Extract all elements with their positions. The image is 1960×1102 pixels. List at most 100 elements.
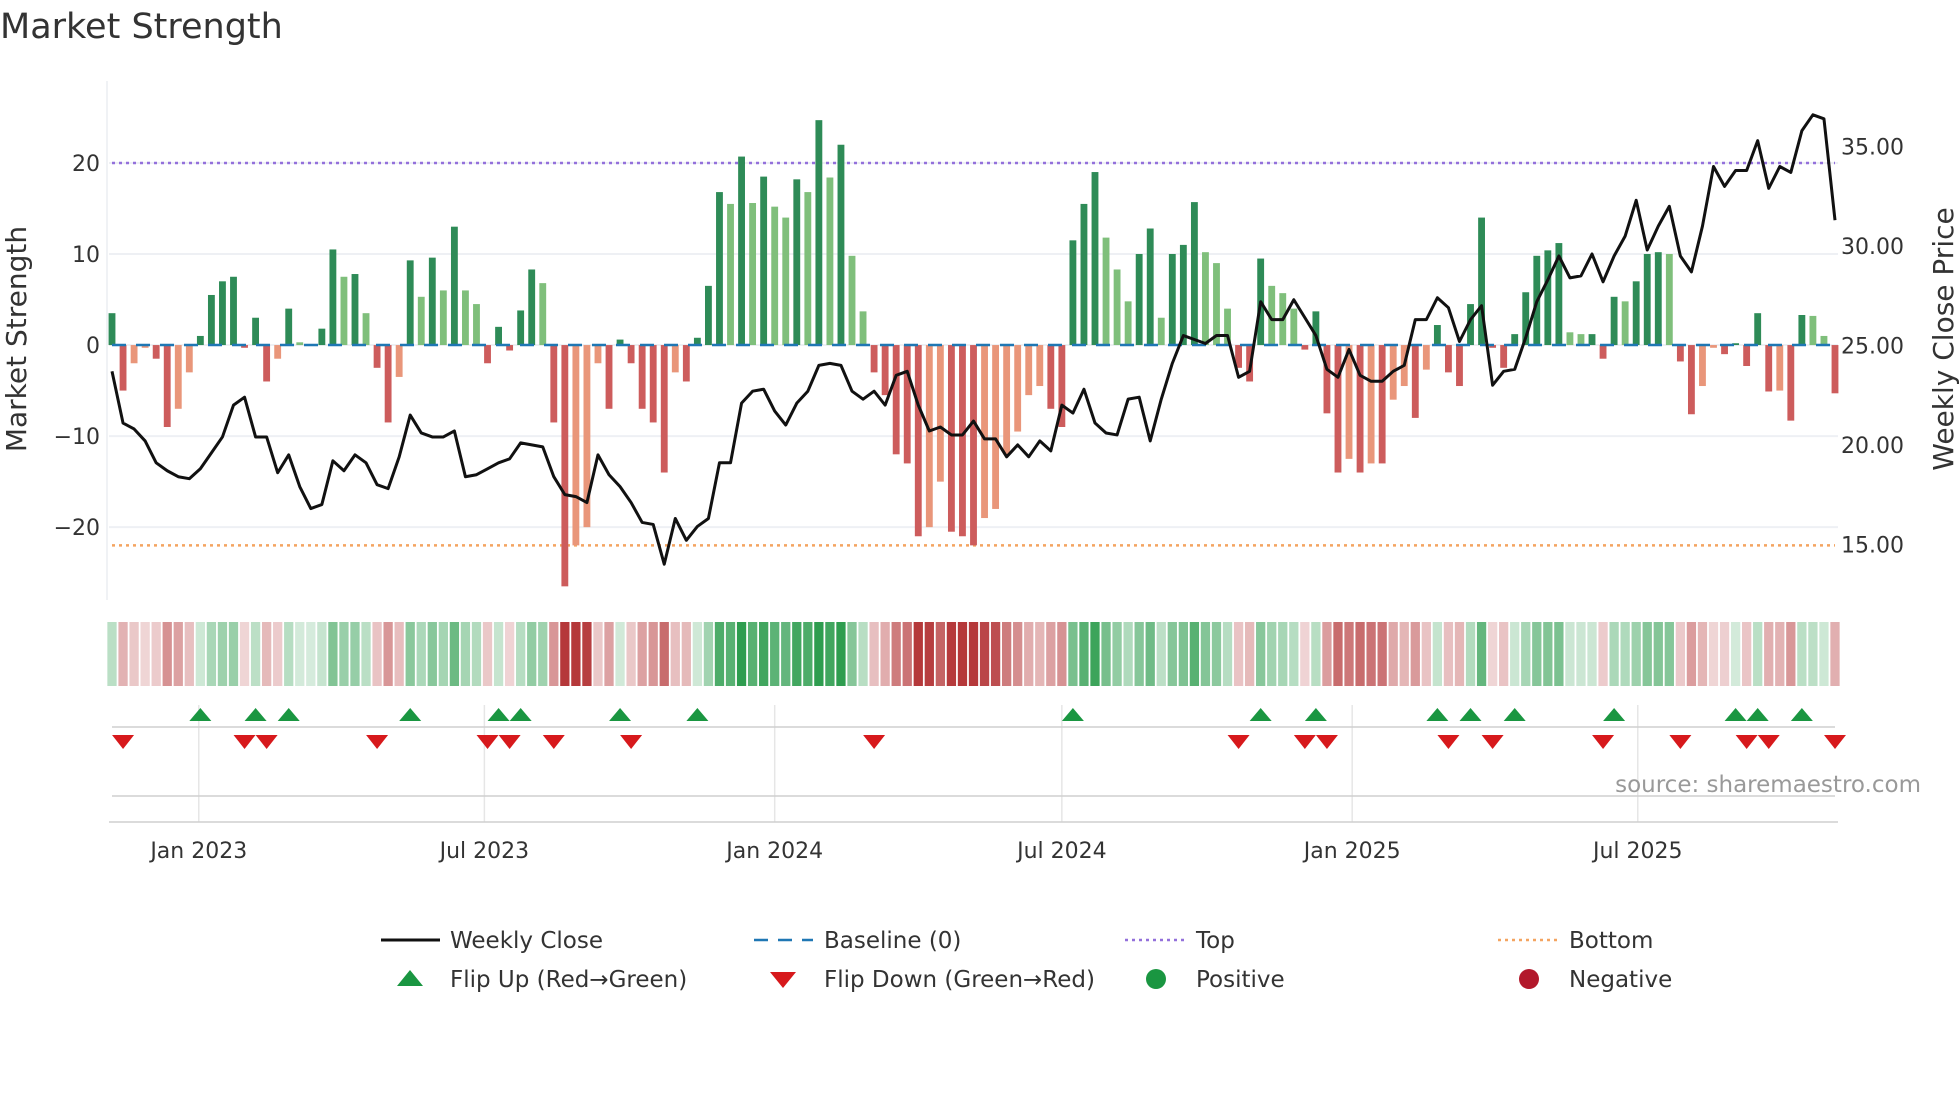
heat-cell: [1167, 622, 1177, 686]
heat-cell: [1708, 622, 1719, 686]
heat-cell: [1819, 622, 1829, 686]
heat-cell: [140, 622, 150, 686]
flip-up-marker: [277, 708, 300, 721]
heat-cell: [803, 622, 813, 686]
heat-cell: [195, 622, 205, 686]
heat-cell: [615, 622, 625, 686]
negative-bar: [1036, 345, 1044, 387]
heat-cell: [1476, 622, 1487, 686]
heat-cell: [549, 622, 559, 686]
heat-cell: [1797, 622, 1807, 686]
negative-bar: [682, 345, 690, 382]
heat-cell: [1399, 622, 1409, 686]
heat-cell: [1233, 622, 1244, 686]
flip-down-marker: [255, 735, 278, 749]
positive-bar: [782, 217, 790, 346]
y2-tick-label: 20.00: [1841, 434, 1904, 459]
circle-negative-icon: [1519, 969, 1539, 989]
negative-bar: [992, 345, 1000, 509]
axes: 20 10 0 −10 −20 35.00 30.00 25.00 20.00 15.00 Jan …: [54, 136, 1904, 864]
negative-bar: [1699, 345, 1706, 387]
heat-cell: [1333, 622, 1343, 686]
heat-cell: [1598, 622, 1608, 686]
heat-cell: [1311, 622, 1321, 686]
heat-cell: [1697, 622, 1708, 686]
y2-tick-label: 30.00: [1841, 235, 1904, 260]
y-tick-label: −10: [54, 425, 100, 450]
flip-down-marker: [1315, 735, 1338, 749]
negative-bar: [1422, 345, 1430, 370]
heat-cell: [1487, 622, 1498, 686]
heat-cell: [1278, 622, 1288, 686]
heat-cell: [1642, 622, 1652, 686]
heat-cell: [1267, 622, 1277, 686]
heat-cell: [1443, 622, 1454, 686]
heat-cell: [460, 622, 471, 686]
flip-up-marker: [1603, 708, 1626, 721]
positive-bar: [1809, 315, 1817, 346]
negative-bar: [1500, 345, 1508, 368]
heat-cell: [1377, 622, 1387, 686]
negative-bar: [1334, 345, 1342, 473]
positive-bar: [716, 192, 723, 346]
flip-up-marker: [609, 708, 632, 721]
negative-bar: [936, 345, 944, 482]
negative-bar: [484, 345, 491, 364]
heat-cell: [416, 622, 426, 686]
negative-bar: [119, 345, 127, 391]
flip-up-marker: [686, 708, 709, 721]
flip-down-marker: [1824, 735, 1846, 749]
heat-cell: [648, 622, 658, 686]
positive-bar: [285, 308, 293, 346]
positive-bar: [329, 249, 337, 346]
heat-cell: [261, 622, 272, 686]
heat-cell: [1035, 622, 1045, 686]
heat-cell: [217, 622, 228, 686]
heat-cell: [957, 622, 968, 686]
heat-cell: [1521, 622, 1531, 686]
heat-cell: [670, 622, 680, 686]
positive-bar: [1544, 250, 1552, 346]
heat-cell: [1764, 622, 1774, 686]
strength-bars: [108, 120, 1839, 587]
x-tick-label: Jul 2025: [1591, 839, 1683, 864]
positive-bar: [1135, 254, 1143, 346]
positive-bar: [473, 304, 480, 346]
heat-cell: [1079, 622, 1089, 686]
legend-label-negative: Negative: [1569, 967, 1672, 993]
negative-bar: [605, 345, 613, 409]
heat-cell: [1024, 622, 1034, 686]
positive-bar: [362, 313, 370, 346]
heat-cell: [339, 622, 349, 686]
positive-bar: [1577, 334, 1585, 346]
heat-cell: [747, 622, 758, 686]
heat-cell: [449, 622, 460, 686]
negative-bar: [1445, 345, 1452, 373]
flip-up-marker: [1746, 708, 1769, 721]
heat-cell: [1200, 622, 1211, 686]
heat-cell: [1620, 622, 1630, 686]
negative-bar: [1710, 345, 1717, 348]
negative-bar: [970, 345, 977, 546]
negative-bar: [1743, 345, 1751, 366]
heat-cell: [1808, 622, 1818, 686]
flip-down-marker: [366, 735, 389, 749]
negative-bar: [1367, 345, 1375, 464]
positive-bar: [1091, 172, 1099, 346]
positive-bar: [1290, 308, 1298, 346]
negative-bar: [1787, 345, 1795, 421]
heat-cell: [1576, 622, 1586, 686]
legend-label-baseline-0: Baseline (0): [824, 928, 961, 954]
heat-cell: [1543, 622, 1553, 686]
heat-cell: [151, 622, 161, 686]
positive-bar: [495, 326, 502, 346]
heat-cell: [118, 622, 128, 686]
flip-down-marker: [542, 735, 565, 749]
y2-tick-label: 25.00: [1841, 334, 1904, 359]
positive-bar: [1820, 335, 1828, 346]
heat-cell: [825, 622, 835, 686]
heat-cell: [1289, 622, 1299, 686]
positive-bar: [1213, 263, 1220, 346]
heat-cell: [295, 622, 305, 686]
flip-up-marker: [487, 708, 510, 721]
